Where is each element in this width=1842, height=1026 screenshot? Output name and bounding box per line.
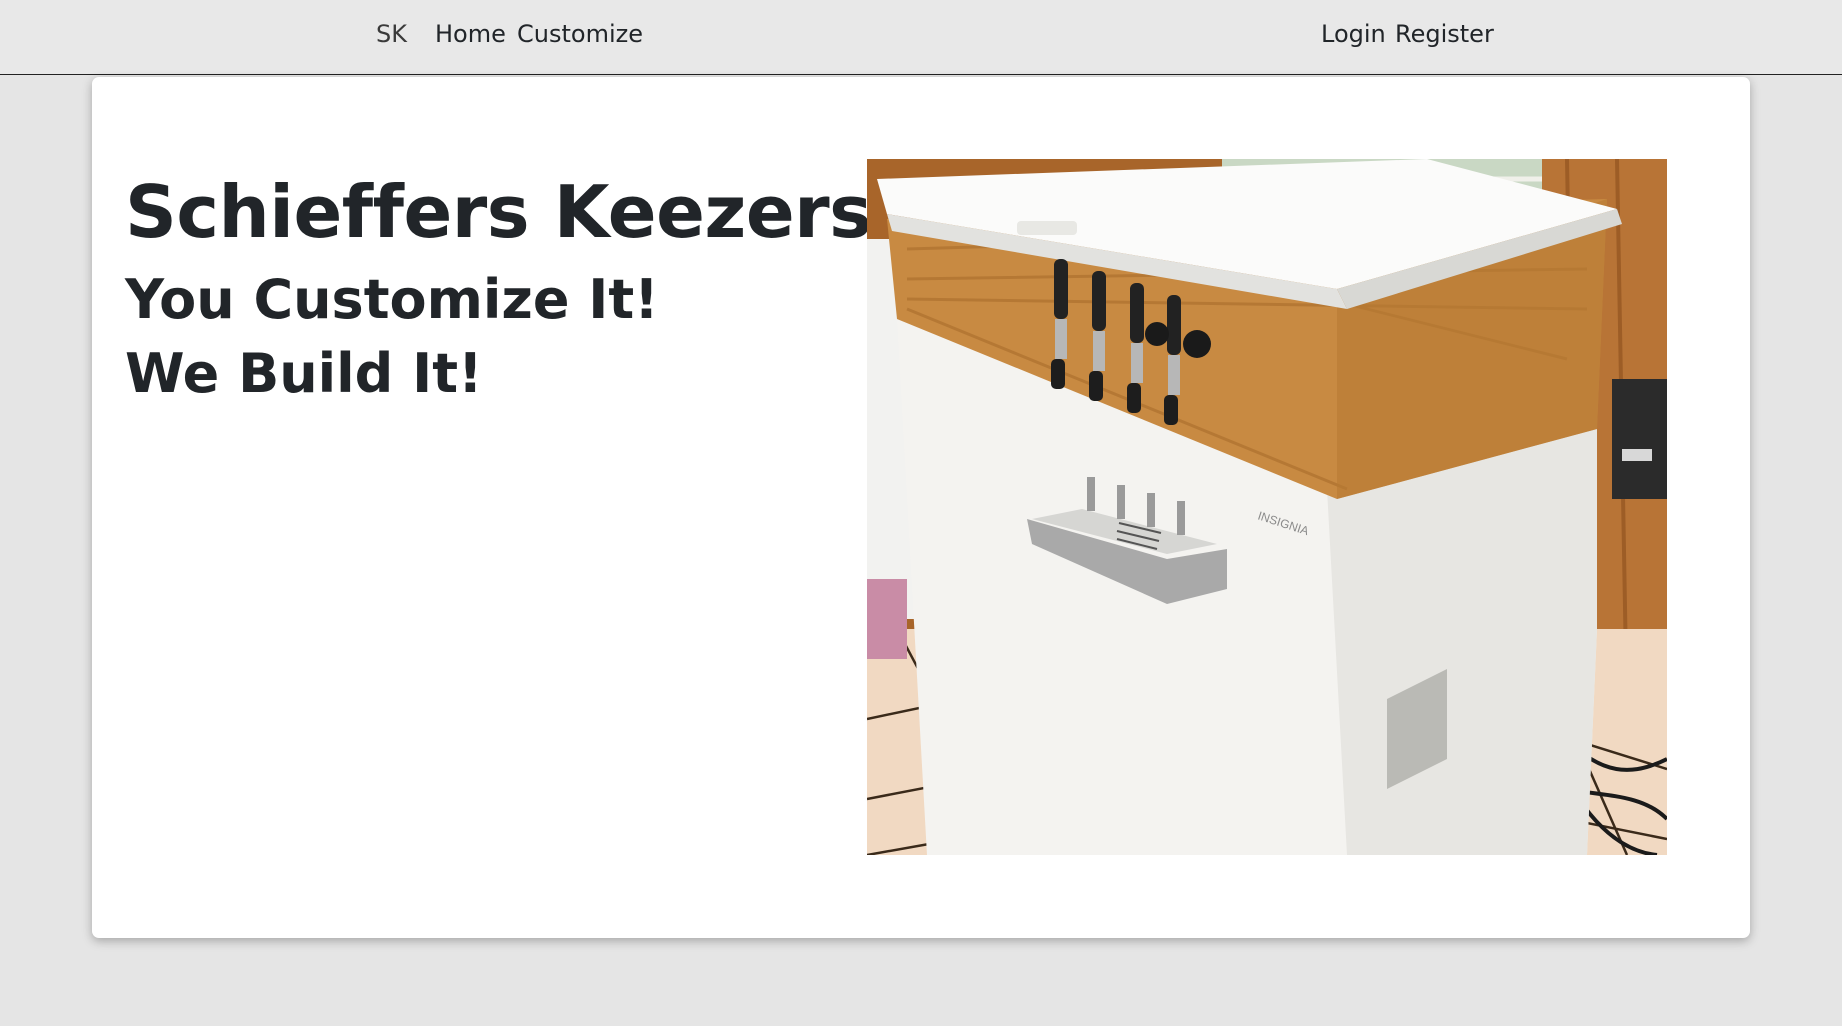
nav-customize-link[interactable]: Customize <box>517 18 643 50</box>
brand-link[interactable]: SK <box>376 18 407 50</box>
nav-register-link[interactable]: Register <box>1395 18 1494 50</box>
page-title: Schieffers Keezers <box>125 170 872 254</box>
top-navbar: SK Home Customize Login Register <box>0 0 1842 75</box>
tagline-customize: You Customize It! <box>125 268 659 331</box>
nav-home-link[interactable]: Home <box>435 18 506 50</box>
hero-card: Schieffers Keezers You Customize It! We … <box>92 77 1750 938</box>
nav-login-link[interactable]: Login <box>1321 18 1386 50</box>
tagline-build: We Build It! <box>125 342 483 405</box>
keezer-photo: INSIGNIA <box>867 159 1667 855</box>
